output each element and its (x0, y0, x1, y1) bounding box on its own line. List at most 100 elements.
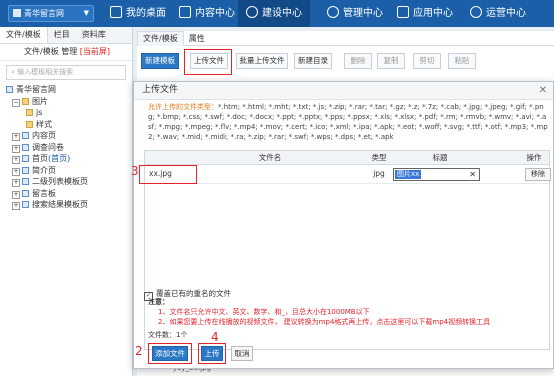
tree-item-js[interactable]: js (0, 107, 132, 119)
tree-item-label: 搜索结果模板页 (32, 200, 88, 209)
close-icon[interactable]: ✕ (539, 82, 547, 99)
page-icon (22, 201, 29, 208)
cancel-button[interactable]: 取消 (231, 346, 253, 361)
nav-operations-label: 运营中心 (486, 8, 526, 19)
nav-apps[interactable]: 应用中心 (397, 0, 453, 27)
site-selector-label: 青华留言网 (24, 9, 64, 18)
tree-item-guestbook[interactable]: + 留言板 (0, 188, 132, 200)
tree-item-intro[interactable]: + 简介页 (0, 165, 132, 177)
remove-button[interactable]: 移除 (525, 168, 551, 181)
tree-item-label: 留言板 (32, 188, 56, 198)
tree-item-label: 青华留言网 (16, 85, 56, 94)
file-tree: 青华留言网 − 图片 js 样式 + 内容页 + 调查问卷 + 首页(首页) + 简介页 … (0, 84, 132, 211)
new-directory-button[interactable]: 新建目录 (294, 53, 332, 69)
file-title-input[interactable]: 图片xx ✕ (393, 168, 480, 181)
chevron-down-icon: ▼ (83, 9, 89, 17)
collapse-icon[interactable]: − (12, 98, 20, 107)
filename-highlight-box (139, 165, 197, 184)
expand-icon[interactable]: + (12, 179, 20, 187)
left-panel: 文件/模板 栏目 资料库 文件/模板 管理 [当前屏] ⌕ 输入模板相关搜索 青华留… (0, 27, 133, 376)
tab-columns[interactable]: 栏目 (48, 27, 76, 43)
site-icon (6, 86, 13, 93)
current-screen-link[interactable]: [当前屏] (80, 47, 110, 56)
note-2: 2、如果您要上传在线播放的视频文件， 建议转换为mp4格式再上传，点击这里可以下… (148, 317, 490, 327)
tree-item-content-page[interactable]: + 内容页 (0, 130, 132, 142)
tree-item-styles[interactable]: 样式 (0, 119, 132, 131)
grid-header: 文件名 类型 标题 操作 (145, 151, 549, 165)
tree-item-label: 简介页 (32, 165, 56, 175)
tree-item-label: 内容页 (32, 131, 56, 140)
desktop-icon (110, 6, 122, 18)
page-icon (22, 178, 29, 185)
expand-icon[interactable]: + (12, 190, 20, 199)
file-type-cell: jpg (373, 169, 385, 178)
table-row: xx.jpg jpg 图片xx ✕ 移除 (145, 165, 551, 184)
add-file-highlight-box (148, 343, 192, 364)
tree-item-list-template[interactable]: + 二级列表模板页 (0, 176, 132, 188)
tree-item-label: js (36, 108, 43, 117)
nav-build-label: 建设中心 (262, 8, 302, 19)
file-title-value: 图片xx (395, 170, 422, 179)
delete-button[interactable]: 删除 (344, 53, 372, 69)
build-icon (246, 6, 258, 18)
file-count: 文件数：1个 (148, 331, 188, 339)
folder-icon (22, 97, 29, 105)
top-navigation-bar: 青华留言网 ▼ 我的桌面 内容中心 建设中心 管理中心 应用中心 运营中心 (0, 0, 554, 27)
col-title: 标题 (432, 153, 448, 162)
tree-item-label: 首页 (32, 154, 48, 163)
new-template-button[interactable]: 新建模板 (141, 53, 179, 69)
annotation-2: 2 (135, 344, 143, 358)
annotation-4: 4 (211, 330, 219, 344)
nav-content[interactable]: 内容中心 (179, 0, 235, 27)
tree-item-home[interactable]: + 首页(首页) (0, 153, 132, 165)
left-tabs: 文件/模板 栏目 资料库 (0, 27, 132, 44)
dialog-header: 上传文件 ✕ (134, 82, 553, 100)
apps-icon (397, 6, 409, 18)
batch-upload-button[interactable]: 批量上传文件 (236, 53, 288, 69)
search-placeholder: 输入模板相关搜索 (17, 68, 74, 76)
nav-manage-label: 管理中心 (343, 8, 383, 19)
cut-button[interactable]: 剪切 (413, 53, 441, 69)
expand-icon[interactable]: + (12, 156, 20, 164)
gear-icon (327, 6, 339, 18)
nav-content-label: 内容中心 (195, 8, 235, 19)
nav-manage[interactable]: 管理中心 (327, 0, 383, 27)
clock-icon (470, 6, 482, 18)
tree-item-root[interactable]: 青华留言网 (0, 84, 132, 96)
page-icon (22, 155, 29, 162)
tab-properties[interactable]: 属性 (184, 32, 210, 46)
allowed-types-text: 允许上传的文件类型：*.htm; *.html; *.mht; *.txt; *… (148, 102, 548, 142)
paste-button[interactable]: 粘贴 (448, 53, 476, 69)
page-icon (22, 166, 29, 174)
home-badge: (首页) (48, 154, 71, 163)
page-icon (22, 143, 29, 151)
annotation-3: 3 (131, 164, 139, 178)
nav-build[interactable]: 建设中心 (238, 0, 310, 27)
site-selector[interactable]: 青华留言网 ▼ (8, 5, 94, 22)
col-type: 类型 (371, 153, 387, 162)
tree-item-label: 调查问卷 (32, 142, 64, 152)
tab-file-template[interactable]: 文件/模板 (137, 31, 184, 46)
expand-icon[interactable]: + (12, 202, 20, 210)
nav-operations[interactable]: 运营中心 (470, 0, 526, 27)
tree-item-survey[interactable]: + 调查问卷 (0, 142, 132, 154)
converter-link[interactable]: 点击这里可以下载mp4视频转换工具 (376, 318, 490, 326)
file-manager-label: 文件/模板 管理 (24, 47, 78, 56)
expand-icon[interactable]: + (12, 144, 20, 153)
upload-button-highlight-box (198, 343, 226, 364)
expand-icon[interactable]: + (12, 133, 20, 141)
copy-button[interactable]: 复制 (377, 53, 405, 69)
nav-desktop[interactable]: 我的桌面 (110, 0, 166, 27)
upload-highlight-box (184, 49, 232, 75)
tab-files[interactable]: 文件/模板 (0, 27, 48, 43)
col-action: 操作 (526, 153, 542, 162)
tree-item-images[interactable]: − 图片 (0, 96, 132, 108)
tab-library[interactable]: 资料库 (76, 27, 112, 43)
upload-notes: 注意： 1、文件名只允许中文、英文、数字、和_，且总大小在1000MB以下 2、… (148, 297, 490, 327)
upload-dialog: 上传文件 ✕ 允许上传的文件类型：*.htm; *.html; *.mht; *… (133, 81, 554, 369)
tree-item-search-results[interactable]: + 搜索结果模板页 (0, 199, 132, 211)
expand-icon[interactable]: + (12, 167, 20, 176)
template-search-input[interactable]: ⌕ 输入模板相关搜索 (6, 65, 126, 80)
clear-icon[interactable]: ✕ (469, 169, 476, 180)
dialog-title: 上传文件 (142, 85, 179, 95)
